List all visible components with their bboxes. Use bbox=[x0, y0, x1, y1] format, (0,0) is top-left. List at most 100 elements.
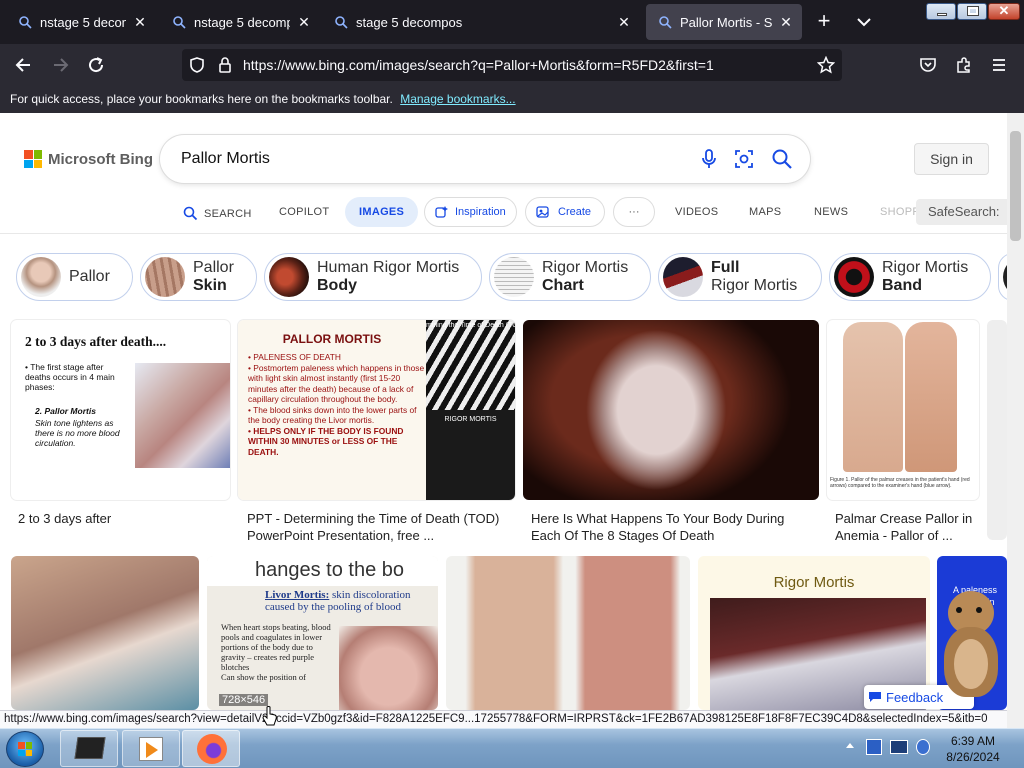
slide-bullet: • PALENESS OF DEATH bbox=[248, 352, 341, 362]
tray-display-icon[interactable] bbox=[890, 740, 908, 754]
create-label: Create bbox=[558, 206, 592, 218]
reload-button[interactable] bbox=[83, 52, 109, 78]
chevron-down-icon[interactable] bbox=[852, 12, 876, 32]
image-result[interactable] bbox=[523, 320, 819, 500]
shield-icon[interactable] bbox=[188, 56, 206, 74]
slide-bullets: When heart stops beating, blood pools an… bbox=[221, 622, 339, 682]
start-button[interactable] bbox=[6, 731, 44, 767]
result-caption[interactable]: PPT - Determining the Time of Death (TOD… bbox=[247, 510, 517, 544]
pocket-button[interactable] bbox=[915, 52, 941, 78]
close-icon[interactable]: ✕ bbox=[616, 14, 632, 30]
status-bar: https://www.bing.com/images/search?view=… bbox=[0, 710, 1007, 728]
close-window-button[interactable]: ✕ bbox=[988, 3, 1020, 20]
forward-button[interactable] bbox=[48, 52, 74, 78]
inspiration-label: Inspiration bbox=[455, 206, 506, 218]
show-hidden-icons-icon[interactable] bbox=[846, 743, 854, 748]
inspiration-button[interactable]: Inspiration bbox=[424, 197, 517, 227]
minimize-button[interactable] bbox=[926, 3, 956, 20]
slide-title: 2 to 3 days after death.... bbox=[25, 334, 167, 349]
visual-search-icon[interactable] bbox=[733, 148, 755, 170]
image-result[interactable]: Figure 1. Pallor of the palmar creases i… bbox=[827, 320, 979, 500]
slide-bullet-text: HELPS ONLY IF THE BODY IS FOUND WITHIN 3… bbox=[248, 425, 404, 457]
safesearch-dropdown[interactable]: SafeSearch: bbox=[916, 199, 1007, 225]
slide-bullet-text: PALENESS OF DEATH bbox=[253, 352, 341, 362]
clock[interactable]: 6:39 AM 8/26/2024 bbox=[940, 733, 1006, 765]
scope-shopping[interactable]: SHOPP bbox=[880, 206, 920, 218]
slide-title: hanges to the bo bbox=[255, 559, 405, 581]
image-result[interactable] bbox=[446, 556, 690, 710]
related-chip-human-rigor-mortis-body[interactable]: Human Rigor Mortis Body bbox=[264, 253, 482, 301]
slide-subtitle-bold: Livor Mortis: bbox=[265, 589, 330, 601]
result-caption[interactable]: 2 to 3 days after bbox=[18, 510, 228, 527]
bing-logo[interactable]: Microsoft Bing bbox=[24, 150, 153, 168]
back-button[interactable] bbox=[10, 52, 36, 78]
create-button[interactable]: Create bbox=[525, 197, 605, 227]
tab-3[interactable]: stage 5 decompos ✕ bbox=[322, 4, 640, 40]
taskbar-app-firefox[interactable] bbox=[182, 730, 240, 767]
close-icon[interactable]: ✕ bbox=[296, 14, 312, 30]
related-chip-rigor-mortis-chart[interactable]: Rigor Mortis Chart bbox=[489, 253, 651, 301]
menu-button[interactable] bbox=[986, 52, 1012, 78]
scope-copilot[interactable]: COPILOT bbox=[279, 206, 329, 218]
tab-active[interactable]: Pallor Mortis - Sear ✕ bbox=[646, 4, 802, 40]
more-button[interactable]: ··· bbox=[613, 197, 655, 227]
taskbar-app-media-player[interactable] bbox=[122, 730, 180, 767]
page-scrollbar[interactable] bbox=[1007, 113, 1024, 710]
image-result[interactable]: PALLOR MORTIS • PALENESS OF DEATH • Post… bbox=[238, 320, 515, 500]
related-chip-rigor-mortis-band[interactable]: Rigor Mortis Band bbox=[829, 253, 991, 301]
restore-button[interactable] bbox=[957, 3, 987, 20]
taskbar-app-desktop[interactable] bbox=[60, 730, 118, 767]
slide-bullet: • The first stage after deaths occurs in… bbox=[25, 362, 115, 392]
image-result-partial[interactable] bbox=[987, 320, 1007, 540]
scrollbar-thumb[interactable] bbox=[1010, 131, 1021, 241]
scope-label: MAPS bbox=[749, 206, 782, 218]
result-caption[interactable]: Palmar Crease Pallor in Anemia - Pallor … bbox=[835, 510, 985, 544]
slide-bullet-text: Can show the position of bbox=[221, 672, 306, 682]
microphone-icon[interactable] bbox=[698, 148, 720, 170]
scope-search[interactable]: SEARCH bbox=[183, 206, 252, 221]
star-icon[interactable] bbox=[817, 56, 835, 74]
tab-title: Pallor Mortis - Sear bbox=[680, 14, 772, 30]
search-box[interactable]: Pallor Mortis bbox=[160, 135, 810, 183]
extensions-button[interactable] bbox=[951, 52, 977, 78]
close-icon[interactable]: ✕ bbox=[132, 14, 148, 30]
image-result[interactable]: 2 to 3 days after death.... • The first … bbox=[11, 320, 230, 500]
sign-in-button[interactable]: Sign in bbox=[914, 143, 989, 175]
slide-item-desc: Skin tone lightens as there is no more b… bbox=[35, 418, 120, 448]
puzzle-icon bbox=[957, 57, 970, 73]
hamster-mascot[interactable] bbox=[942, 591, 1000, 701]
related-chip-partial[interactable] bbox=[998, 253, 1007, 301]
url-text[interactable]: https://www.bing.com/images/search?q=Pal… bbox=[243, 57, 714, 73]
scope-videos[interactable]: VIDEOS bbox=[675, 206, 718, 218]
manage-bookmarks-link[interactable]: Manage bookmarks... bbox=[400, 92, 515, 106]
result-caption[interactable]: Here Is What Happens To Your Body During… bbox=[531, 510, 811, 544]
new-tab-button[interactable]: + bbox=[812, 10, 836, 34]
scope-label: SEARCH bbox=[204, 207, 252, 220]
lock-icon[interactable] bbox=[216, 56, 234, 74]
image-result[interactable] bbox=[11, 556, 199, 710]
scope-news[interactable]: NEWS bbox=[814, 206, 848, 218]
address-bar[interactable]: https://www.bing.com/images/search?q=Pal… bbox=[182, 49, 842, 81]
related-chip-pallor[interactable]: Pallor bbox=[16, 253, 133, 301]
close-icon[interactable]: ✕ bbox=[778, 14, 794, 30]
related-chip-full-rigor-mortis[interactable]: Full Rigor Mortis bbox=[658, 253, 822, 301]
search-icon[interactable] bbox=[771, 148, 793, 170]
tray-network-icon[interactable] bbox=[866, 739, 882, 755]
tab-2[interactable]: nstage 5 decompisi ✕ bbox=[160, 4, 320, 40]
tab-1[interactable]: nstage 5 decompisi ✕ bbox=[6, 4, 156, 40]
chip-thumbnail bbox=[663, 257, 703, 297]
chip-label: Full Rigor Mortis bbox=[711, 259, 797, 295]
scope-images[interactable]: IMAGES bbox=[345, 197, 419, 227]
slide-title: PALLOR MORTIS bbox=[282, 332, 382, 346]
media-player-icon bbox=[139, 737, 163, 761]
chip-line2: Chart bbox=[542, 277, 584, 294]
related-chip-pallor-skin[interactable]: Pallor Skin bbox=[140, 253, 257, 301]
slide-bullet: When heart stops beating, blood pools an… bbox=[221, 622, 339, 672]
image-result[interactable]: hanges to the bo Livor Mortis: skin disc… bbox=[207, 556, 438, 710]
scope-label: IMAGES bbox=[359, 206, 405, 218]
search-input[interactable]: Pallor Mortis bbox=[181, 150, 270, 168]
tray-volume-icon[interactable] bbox=[916, 739, 930, 755]
scope-maps[interactable]: MAPS bbox=[749, 206, 781, 218]
firefox-icon bbox=[197, 734, 227, 764]
image-dimensions: 728×546 bbox=[219, 694, 269, 706]
